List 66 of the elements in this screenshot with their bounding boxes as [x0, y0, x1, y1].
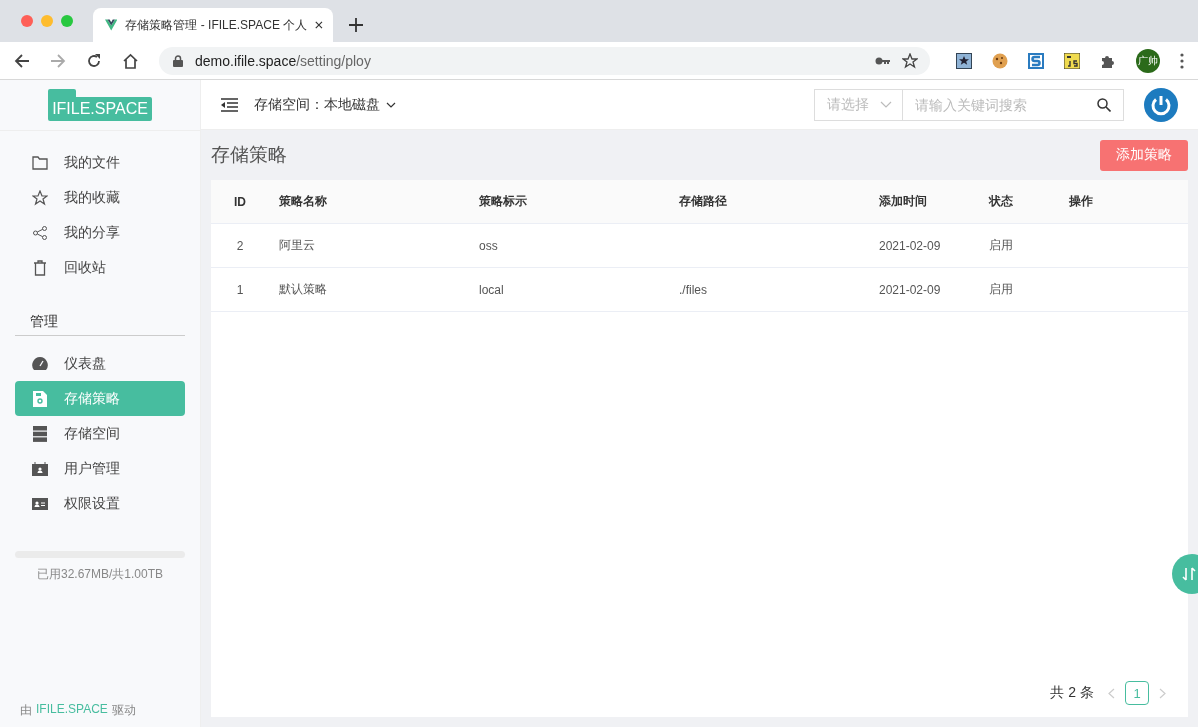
star-square-icon[interactable] — [956, 52, 972, 69]
reload-icon[interactable] — [86, 52, 102, 69]
share-icon — [32, 225, 48, 240]
table-cell: 阿里云 — [279, 238, 315, 252]
browser-tab[interactable]: 存储策略管理 - IFILE.SPACE 个人 — [93, 8, 333, 42]
table-cell: 启用 — [989, 238, 1013, 252]
column-header: 添加时间 — [878, 193, 928, 210]
trash-icon — [32, 259, 48, 276]
footer-text: 驱动 — [111, 702, 136, 719]
sidebar-item[interactable]: 我的文件 — [15, 145, 185, 180]
sidebar-item[interactable]: 我的收藏 — [15, 180, 185, 215]
sidebar-item[interactable]: 我的分享 — [15, 215, 185, 250]
table-cell: 启用 — [989, 282, 1013, 296]
logo: IFILE.SPACE — [48, 89, 152, 121]
chevron-down-icon — [880, 101, 892, 108]
back-icon[interactable] — [14, 52, 30, 69]
id-badge-icon — [32, 461, 48, 476]
column-header: ID — [233, 194, 247, 209]
column-header: 存储路径 — [678, 193, 728, 210]
new-tab-icon[interactable] — [349, 18, 363, 32]
table-cell: 默认策略 — [279, 282, 327, 296]
table-cell: 1 — [236, 282, 244, 297]
column-header: 状态 — [987, 193, 1014, 210]
column-header: 策略标示 — [478, 193, 528, 210]
server-icon — [32, 425, 48, 442]
swap-arrows-icon — [1182, 567, 1196, 581]
footer-text: 由 — [20, 702, 32, 719]
s-square-icon[interactable] — [1028, 52, 1044, 69]
chevron-down-icon — [386, 101, 396, 108]
table-cell: 2 — [236, 238, 244, 253]
table-cell: local — [479, 282, 504, 297]
column-header: 操作 — [1068, 193, 1094, 210]
folder-icon — [32, 155, 48, 170]
gauge-icon — [32, 356, 48, 371]
power-icon[interactable] — [1144, 87, 1178, 122]
star-icon[interactable] — [902, 52, 918, 69]
page-title: 存储策略 — [211, 143, 287, 167]
address-bar[interactable]: demo.ifile.space/setting/ploy — [159, 46, 930, 75]
cookie-icon[interactable] — [992, 52, 1008, 69]
profile-avatar[interactable]: 广帅 — [1136, 48, 1160, 73]
sidebar-item[interactable]: 仪表盘 — [15, 346, 185, 381]
id-card-icon — [32, 497, 48, 510]
home-icon[interactable] — [122, 52, 139, 69]
v-logo-icon — [105, 18, 118, 32]
table-cell: ./files — [679, 282, 707, 297]
table-cell: 2021-02-09 — [879, 282, 941, 297]
key-icon[interactable] — [875, 56, 890, 65]
storage-usage-text: 已用32.67MB/共1.00TB — [35, 566, 165, 583]
storage-label: 存储空间： — [254, 95, 324, 114]
close-icon[interactable] — [315, 20, 323, 30]
more-icon[interactable] — [1180, 52, 1184, 69]
sidebar-item[interactable]: 权限设置 — [15, 486, 185, 521]
lock-icon — [173, 54, 183, 67]
total-count: 共 2 条 — [1050, 684, 1094, 702]
table-cell: oss — [479, 238, 498, 253]
storage-dropdown[interactable]: 本地磁盘 — [324, 95, 396, 114]
search-icon[interactable] — [1097, 97, 1111, 112]
sidebar-item[interactable]: 回收站 — [15, 250, 185, 285]
section-title: 管理 — [15, 305, 185, 336]
table-cell: 2021-02-09 — [879, 238, 941, 253]
collapse-menu-icon[interactable] — [221, 97, 238, 112]
sidebar-item[interactable]: 存储空间 — [15, 416, 185, 451]
tab-title: 存储策略管理 - IFILE.SPACE 个人 — [125, 16, 308, 34]
star-icon — [32, 189, 48, 206]
column-header: 策略名称 — [278, 193, 328, 210]
sidebar-item[interactable]: 用户管理 — [15, 451, 185, 486]
